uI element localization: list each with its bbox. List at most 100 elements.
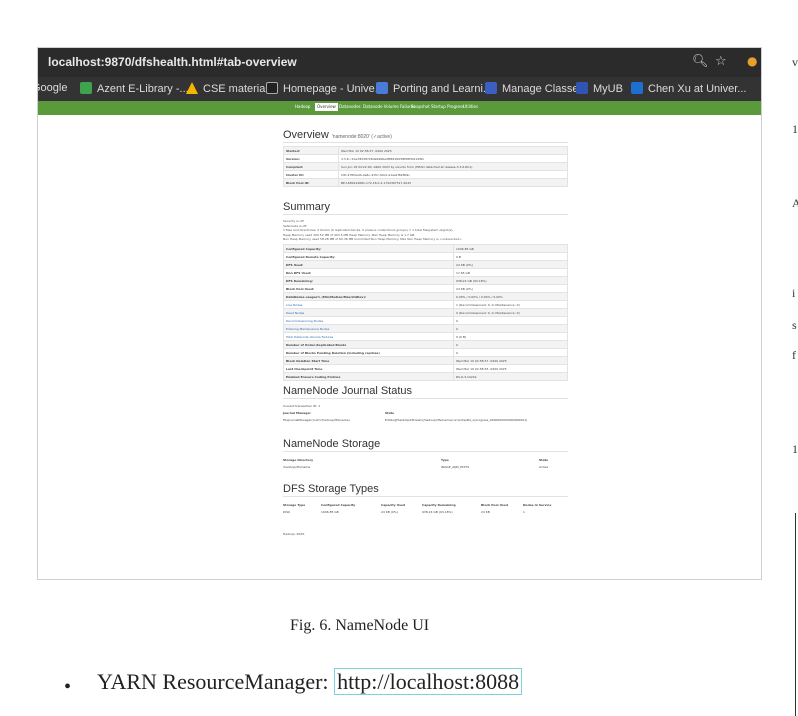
table-row: DFS Used: 24 KB (0%) — [283, 260, 568, 269]
resourcemanager-link[interactable]: http://localhost:8088 — [334, 668, 523, 695]
row-value: 0.00% / 0.00% / 0.00% / 0.00% — [453, 292, 568, 301]
row-key: Compiled: — [283, 162, 339, 171]
edge-mark: f — [792, 348, 796, 362]
row-key: Number of Under-Replicated Blocks — [283, 340, 454, 349]
nav-volume-failures[interactable]: Datanode Volume Failures — [363, 104, 415, 109]
table-row: Entering Maintenance Nodes 0 — [283, 324, 568, 333]
ub-icon — [576, 82, 588, 94]
st-header: Capacity Remaining — [422, 503, 456, 507]
storage-header-state: State — [539, 458, 549, 462]
edge-mark: 1 — [792, 442, 798, 456]
divider — [283, 142, 568, 143]
bookmark-cse[interactable]: CSE materials — [186, 82, 273, 95]
divider — [283, 214, 568, 215]
row-key: Non DFS Used: — [283, 268, 454, 277]
summary-table: Configured Capacity: 1006.85 GB Configured… — [283, 244, 568, 381]
bullet-marker: • — [64, 676, 72, 698]
nav-overview[interactable]: Overview — [315, 103, 338, 111]
extension-icon[interactable]: ● — [747, 54, 757, 68]
storage-types-title: DFS Storage Types — [283, 483, 379, 495]
table-row: Block Deletion Start Time Wed Mar 19 02:5… — [283, 356, 568, 365]
row-key: DFS Used: — [283, 260, 454, 269]
row-value: 0 — [453, 348, 568, 357]
st-value: DISK — [283, 510, 291, 514]
magnifier-icon[interactable]: 🔍︎ — [692, 54, 709, 69]
summary-title: Summary — [283, 201, 331, 213]
overview-title: Overview'namenode:8020' (✓active) — [283, 129, 392, 141]
bullet-item: YARN ResourceManager: http://localhost:8… — [97, 668, 523, 695]
summary-link[interactable]: Total Datanode Volume Failures — [283, 332, 454, 341]
nav-snapshot[interactable]: Snapshot — [411, 104, 430, 109]
nav-datanodes[interactable]: Datanodes — [339, 104, 361, 109]
summary-line: 1 files and directories, 0 blocks (0 rep… — [283, 228, 454, 232]
table-row: Total Datanode Volume Failures 0 (0 B) — [283, 332, 568, 341]
row-value: Wed Mar 19 02:58:37 -0400 2025 — [338, 146, 568, 155]
storage-title: NameNode Storage — [283, 438, 381, 450]
row-value: 1006.85 GB — [453, 244, 568, 253]
st-value: 24 KB — [481, 510, 490, 514]
row-key: Block Deletion Start Time — [283, 356, 454, 365]
table-row: Configured Capacity: 1006.85 GB — [283, 244, 568, 253]
iu-icon — [266, 82, 278, 94]
bookmark-google[interactable]: Google — [38, 82, 67, 94]
journal-manager-value: FileJournalManager(root=/hadoop/dfs/name… — [283, 418, 350, 422]
st-value: 1 — [523, 510, 525, 514]
journal-header-manager: Journal Manager — [283, 411, 311, 415]
row-value: 0 — [453, 324, 568, 333]
summary-link[interactable]: Live Nodes — [283, 300, 454, 309]
row-value: BP-1689144681-172.18.0.4-1742367517-2025 — [338, 178, 568, 187]
row-key: Block Pool Used: — [283, 284, 454, 293]
bookmark-homepage[interactable]: Homepage - Unive... — [266, 82, 384, 95]
row-value: RS-6-3-1024k — [453, 372, 568, 381]
summary-link[interactable]: Entering Maintenance Nodes — [283, 324, 454, 333]
table-row: Number of Under-Replicated Blocks 0 — [283, 340, 568, 349]
nav-utilities[interactable]: Utilities — [463, 104, 478, 109]
row-value: 0 — [453, 316, 568, 325]
row-key: Started: — [283, 146, 339, 155]
summary-text: Security is off. Safemode is off. 1 file… — [283, 219, 462, 242]
row-value: 24 KB (0%) — [453, 260, 568, 269]
bookmark-chen-xu[interactable]: Chen Xu at Univer... — [631, 82, 746, 95]
table-row: Last Checkpoint Time Wed Mar 19 02:58:35 … — [283, 364, 568, 373]
drive-icon — [186, 82, 198, 94]
table-row: DFS Remaining: 938.24 GB (93.18%) — [283, 276, 568, 285]
summary-link[interactable]: Dead Nodes — [283, 308, 454, 317]
edge-mark: A — [792, 196, 798, 210]
star-icon[interactable]: ☆ — [715, 54, 727, 69]
st-header: Configured Capacity — [321, 503, 356, 507]
table-row: Dead Nodes 0 (Decommissioned: 0, In Maint… — [283, 308, 568, 317]
divider — [283, 398, 568, 399]
table-row: Configured Remote Capacity: 0 B — [283, 252, 568, 261]
storage-type-value: IMAGE_AND_EDITS — [441, 465, 470, 469]
summary-link[interactable]: Decommissioning Nodes — [283, 316, 454, 325]
st-header: Capacity Used — [381, 503, 406, 507]
bookmark-manage-classes[interactable]: Manage Classes — [485, 82, 584, 95]
row-value: 0 (0 B) — [453, 332, 568, 341]
address-bar[interactable]: localhost:9870/dfshealth.html#tab-overvi… — [48, 55, 297, 69]
row-value: Wed Mar 19 02:58:35 -0400 2025 — [453, 364, 568, 373]
bookmark-porting[interactable]: Porting and Learni... — [376, 82, 492, 95]
edge-mark: i — [792, 286, 796, 300]
bookmark-myub[interactable]: MyUB — [576, 82, 623, 95]
table-row: DataNodes usages% (Min/Median/Max/stdDev… — [283, 292, 568, 301]
bookmark-azent[interactable]: Azent E-Library -... — [80, 82, 189, 95]
storage-dir-value: /hadoop/dfs/name — [283, 465, 311, 469]
hadoop-navbar: Hadoop Overview Datanodes Datanode Volum… — [38, 101, 761, 115]
table-row: Block Pool ID: BP-1689144681-172.18.0.4-1… — [283, 178, 568, 187]
st-value: 24 KB (0%) — [381, 510, 398, 514]
class-icon — [485, 82, 497, 94]
table-row: Block Pool Used: 24 KB (0%) — [283, 284, 568, 293]
bookmarks-bar: Google Azent E-Library -... CSE material… — [38, 77, 761, 101]
divider — [283, 451, 568, 452]
nav-startup-progress[interactable]: Startup Progress — [431, 104, 464, 109]
st-header: Storage Type — [283, 503, 306, 507]
edge-mark: v — [792, 55, 798, 69]
storage-header-dir: Storage Directory — [283, 458, 314, 462]
row-value: 938.24 GB (93.18%) — [453, 276, 568, 285]
nav-hadoop[interactable]: Hadoop — [295, 104, 310, 109]
row-key: Version: — [283, 154, 339, 163]
bullet-label: YARN ResourceManager: — [97, 669, 335, 694]
st-header: Nodes In Service — [523, 503, 552, 507]
journal-state-value: EditLogFileOutputStream(/hadoop/dfs/name… — [385, 418, 528, 422]
row-value: 0 — [453, 340, 568, 349]
